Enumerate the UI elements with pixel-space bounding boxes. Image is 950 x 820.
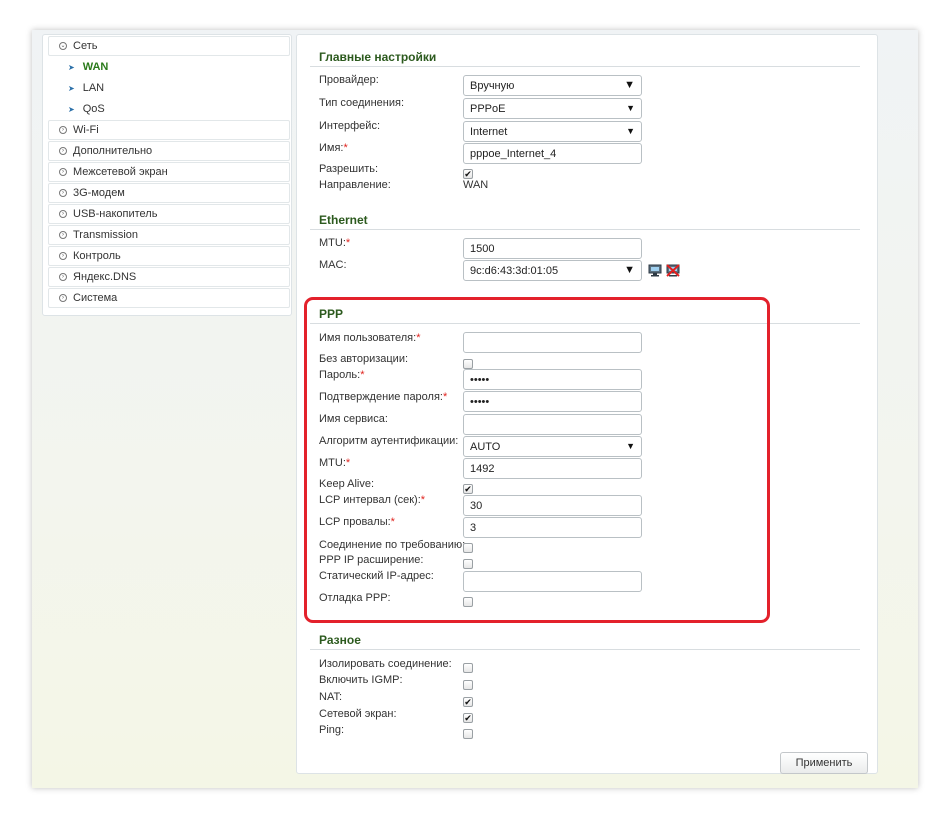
mac-label: MAC: (319, 259, 347, 271)
chevron-right-icon: ➤ (68, 62, 75, 72)
provider-select[interactable]: Вручную ▼ (463, 75, 642, 96)
section-divider (310, 649, 860, 650)
conn-type-select[interactable]: PPPoE ▼ (463, 98, 642, 119)
mac-select[interactable]: 9c:d6:43:3d:01:05 ▼ (463, 260, 642, 281)
required-mark: * (345, 237, 351, 249)
select-value: Вручную (470, 79, 515, 92)
allow-label: Разрешить: (319, 163, 379, 175)
ping-checkbox[interactable] (463, 729, 473, 739)
reset-mac-icon[interactable] (666, 264, 680, 277)
firewall-checkbox[interactable]: ✔ (463, 713, 473, 723)
expand-icon: › (59, 189, 67, 197)
sidebar-item-label: WAN (82, 61, 109, 73)
highlight-frame (304, 297, 770, 623)
provider-label: Провайдер: (319, 74, 379, 86)
firewall-label: Сетевой экран: (319, 708, 397, 720)
sidebar-item-usb[interactable]: › USB-накопитель (48, 204, 290, 224)
expand-icon: › (59, 126, 67, 134)
sidebar-item-transmission[interactable]: › Transmission (48, 225, 290, 245)
label-text: Имя: (319, 142, 344, 154)
expand-icon: › (59, 273, 67, 281)
sidebar-item-yandex-dns[interactable]: › Яндекс.DNS (48, 267, 290, 287)
sidebar-item-advanced[interactable]: › Дополнительно (48, 141, 290, 161)
clone-mac-icon[interactable] (648, 264, 662, 277)
select-value: 9c:d6:43:3d:01:05 (470, 264, 559, 277)
apply-button[interactable]: Применить (780, 752, 868, 774)
sidebar-item-label: 3G-модем (73, 187, 125, 199)
section-divider (310, 66, 860, 67)
interface-label: Интерфейс: (319, 120, 380, 132)
expand-icon: › (59, 252, 67, 260)
section-divider (310, 229, 860, 230)
collapse-icon: ⌄ (59, 42, 67, 50)
required-mark: * (343, 142, 348, 154)
direction-value: WAN (463, 179, 489, 191)
interface-select[interactable]: Internet ▼ (463, 121, 642, 142)
dropdown-arrow-icon: ▼ (626, 126, 635, 136)
sidebar-item-control[interactable]: › Контроль (48, 246, 290, 266)
sidebar-item-network[interactable]: ⌄ Сеть (48, 36, 290, 56)
nat-checkbox[interactable]: ✔ (463, 697, 473, 707)
dropdown-arrow-icon: ▼ (624, 264, 635, 276)
dropdown-arrow-icon: ▼ (624, 79, 635, 91)
expand-icon: › (59, 231, 67, 239)
sidebar-item-label: Контроль (73, 250, 121, 262)
conn-type-label: Тип соединения: (319, 97, 404, 109)
expand-icon: › (59, 294, 67, 302)
select-value: Internet (470, 125, 508, 138)
chevron-right-icon: ➤ (68, 83, 75, 93)
name-label: Имя:* (319, 142, 348, 154)
eth-mtu-field[interactable]: 1500 (463, 238, 642, 259)
sidebar-item-3g-modem[interactable]: › 3G-модем (48, 183, 290, 203)
sidebar-item-label: Сеть (73, 40, 98, 52)
sidebar-item-label: USB-накопитель (73, 208, 158, 220)
sidebar-item-system[interactable]: › Система (48, 288, 290, 308)
sidebar-item-label: Межсетевой экран (73, 166, 168, 178)
sidebar-item-label: Wi-Fi (73, 124, 99, 136)
expand-icon: › (59, 210, 67, 218)
section-title-misc: Разное (319, 633, 361, 647)
sidebar-item-label: Яндекс.DNS (73, 271, 137, 283)
select-value: PPPoE (470, 102, 506, 115)
nat-label: NAT: (319, 691, 343, 703)
isolate-checkbox[interactable] (463, 663, 473, 673)
sidebar-item-wifi[interactable]: › Wi-Fi (48, 120, 290, 140)
eth-mtu-label: MTU:* (319, 237, 350, 249)
expand-icon: › (59, 168, 67, 176)
allow-checkbox[interactable]: ✔ (463, 169, 473, 179)
sidebar-item-firewall[interactable]: › Межсетевой экран (48, 162, 290, 182)
name-field[interactable]: pppoe_Internet_4 (463, 143, 642, 164)
section-title-ethernet: Ethernet (319, 213, 368, 227)
dropdown-arrow-icon: ▼ (626, 103, 635, 113)
label-text: MTU: (319, 237, 346, 249)
expand-icon: › (59, 147, 67, 155)
sidebar-item-label: Transmission (73, 229, 138, 241)
sidebar-item-label: Система (73, 292, 118, 304)
sidebar-item-label: Дополнительно (73, 145, 153, 157)
section-title-main: Главные настройки (319, 50, 437, 64)
ping-label: Ping: (319, 724, 345, 736)
igmp-label: Включить IGMP: (319, 674, 403, 686)
direction-label: Направление: (319, 179, 391, 191)
isolate-label: Изолировать соединение: (319, 658, 452, 670)
chevron-right-icon: ➤ (68, 104, 75, 114)
igmp-checkbox[interactable] (463, 680, 473, 690)
sidebar-item-wan[interactable]: ➤ WAN (58, 57, 290, 77)
sidebar-item-label: LAN (82, 82, 105, 94)
sidebar-item-qos[interactable]: ➤ QoS (58, 99, 290, 119)
sidebar-item-lan[interactable]: ➤ LAN (58, 78, 290, 98)
sidebar-item-label: QoS (82, 103, 105, 115)
